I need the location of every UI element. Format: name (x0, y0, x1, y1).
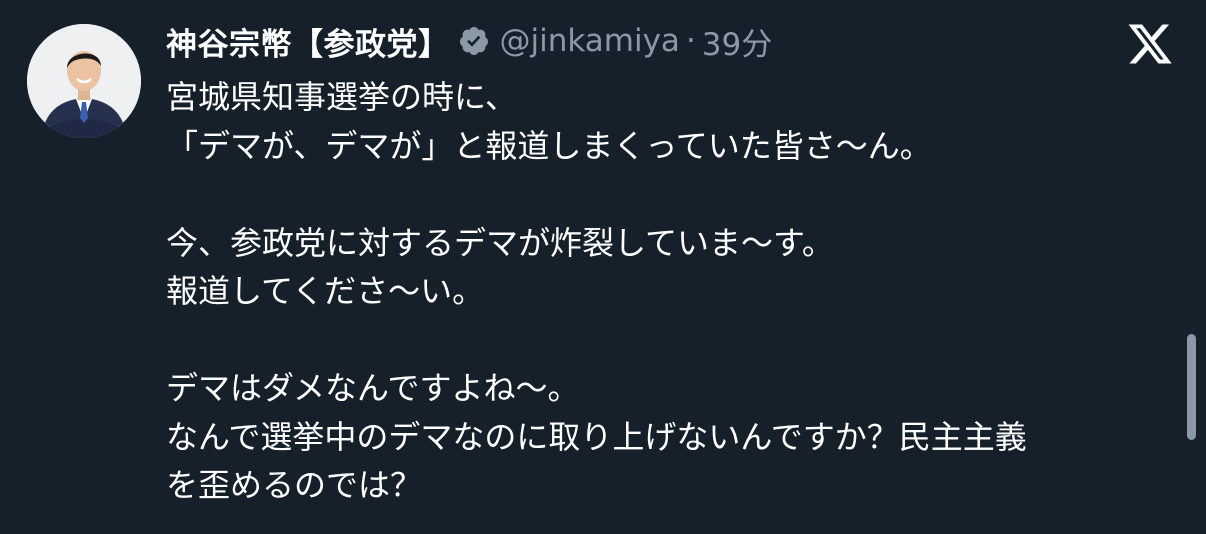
tweet-text-line (166, 170, 1176, 219)
author-display-name[interactable]: 神谷宗幣【参政党】 (166, 19, 450, 64)
x-logo-icon (1126, 20, 1174, 68)
tweet-timestamp[interactable]: 39分 (702, 19, 772, 64)
tweet-text-line: を歪めるのでは？ (166, 466, 423, 504)
tweet-text-line: なんで選挙中のデマなのに取り上げないんですか？民主主義 (166, 417, 1027, 456)
avatar[interactable] (27, 24, 141, 138)
tweet-text-line: 今、参政党に対するデマが炸裂していま〜す。 (166, 223, 834, 262)
tweet-header: 神谷宗幣【参政党】 @jinkamiya · 39分 (166, 18, 772, 64)
tweet-text-line (166, 316, 1176, 365)
scrollbar-thumb[interactable] (1187, 334, 1196, 440)
tweet-text-line: 宮城県知事選挙の時に、 (166, 78, 518, 116)
tweet-text-line: 「デマが、デマが」と報道しまくっていた皆さ〜ん。 (166, 126, 932, 165)
tweet-text-line: 報道してくださ〜い。 (166, 272, 485, 310)
verified-badge-icon (458, 25, 490, 57)
tweet-card: 神谷宗幣【参政党】 @jinkamiya · 39分 宮城県知事選挙の時に、 「… (0, 0, 1206, 534)
tweet-text: 宮城県知事選挙の時に、 「デマが、デマが」と報道しまくっていた皆さ〜ん。 今、参… (166, 73, 1176, 510)
separator-dot: · (685, 23, 696, 59)
tweet-text-line: デマはダメなんですよね〜。 (166, 369, 580, 407)
author-handle[interactable]: @jinkamiya (500, 23, 680, 59)
